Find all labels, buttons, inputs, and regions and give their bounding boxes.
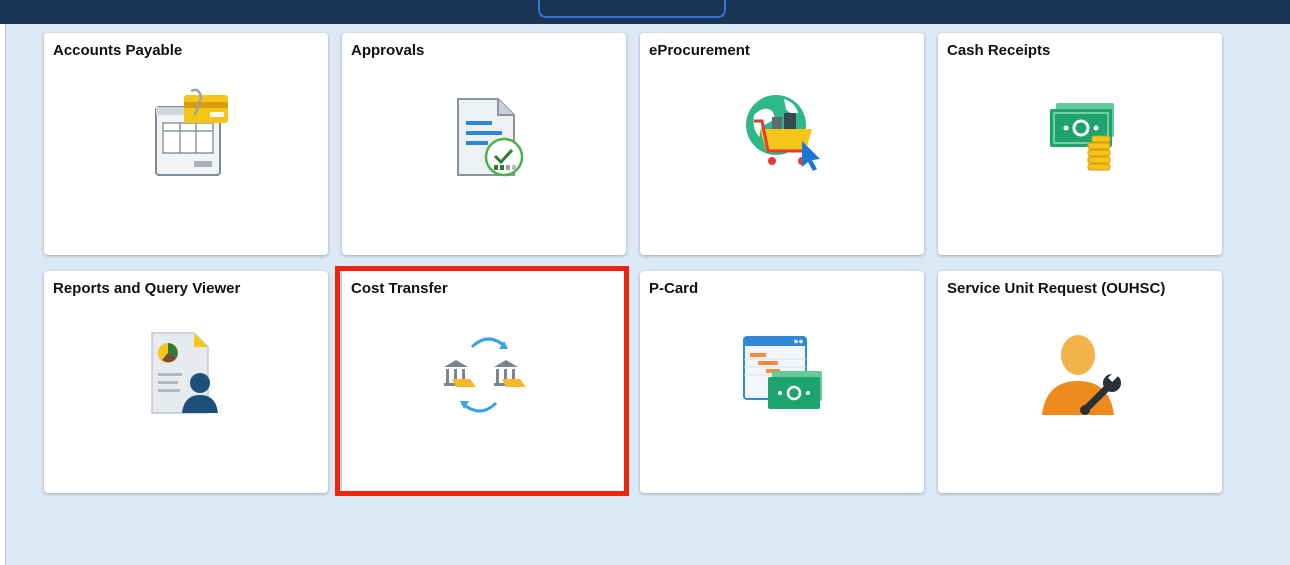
cost-transfer-icon [434, 323, 534, 423]
tile-title: Approvals [351, 42, 425, 59]
tile-p-card[interactable]: P-Card [640, 271, 924, 493]
tile-title: Accounts Payable [53, 42, 183, 59]
approvals-icon [434, 85, 534, 185]
tile-eprocurement[interactable]: eProcurement [640, 33, 924, 255]
eprocurement-icon [732, 85, 832, 185]
accounts-payable-icon [136, 85, 236, 185]
cash-receipts-icon [1030, 85, 1130, 185]
tile-cash-receipts[interactable]: Cash Receipts [938, 33, 1222, 255]
tile-reports-query-viewer[interactable]: Reports and Query Viewer [44, 271, 328, 493]
tile-cost-transfer[interactable]: Cost Transfer [342, 271, 626, 493]
tile-service-unit-request[interactable]: Service Unit Request (OUHSC) [938, 271, 1222, 493]
tile-title: eProcurement [649, 42, 750, 59]
tile-approvals[interactable]: Approvals [342, 33, 626, 255]
p-card-icon [732, 323, 832, 423]
reports-query-viewer-icon [136, 323, 236, 423]
homepage-selector-button[interactable] [538, 0, 726, 18]
tile-title: Service Unit Request (OUHSC) [947, 280, 1166, 297]
left-edge-divider [0, 24, 6, 565]
tile-title: Cost Transfer [351, 280, 448, 297]
tile-title: P-Card [649, 280, 699, 297]
tile-title: Reports and Query Viewer [53, 280, 241, 297]
tile-title: Cash Receipts [947, 42, 1051, 59]
service-unit-request-icon [1030, 323, 1130, 423]
top-banner [0, 0, 1290, 24]
tile-accounts-payable[interactable]: Accounts Payable [44, 33, 328, 255]
